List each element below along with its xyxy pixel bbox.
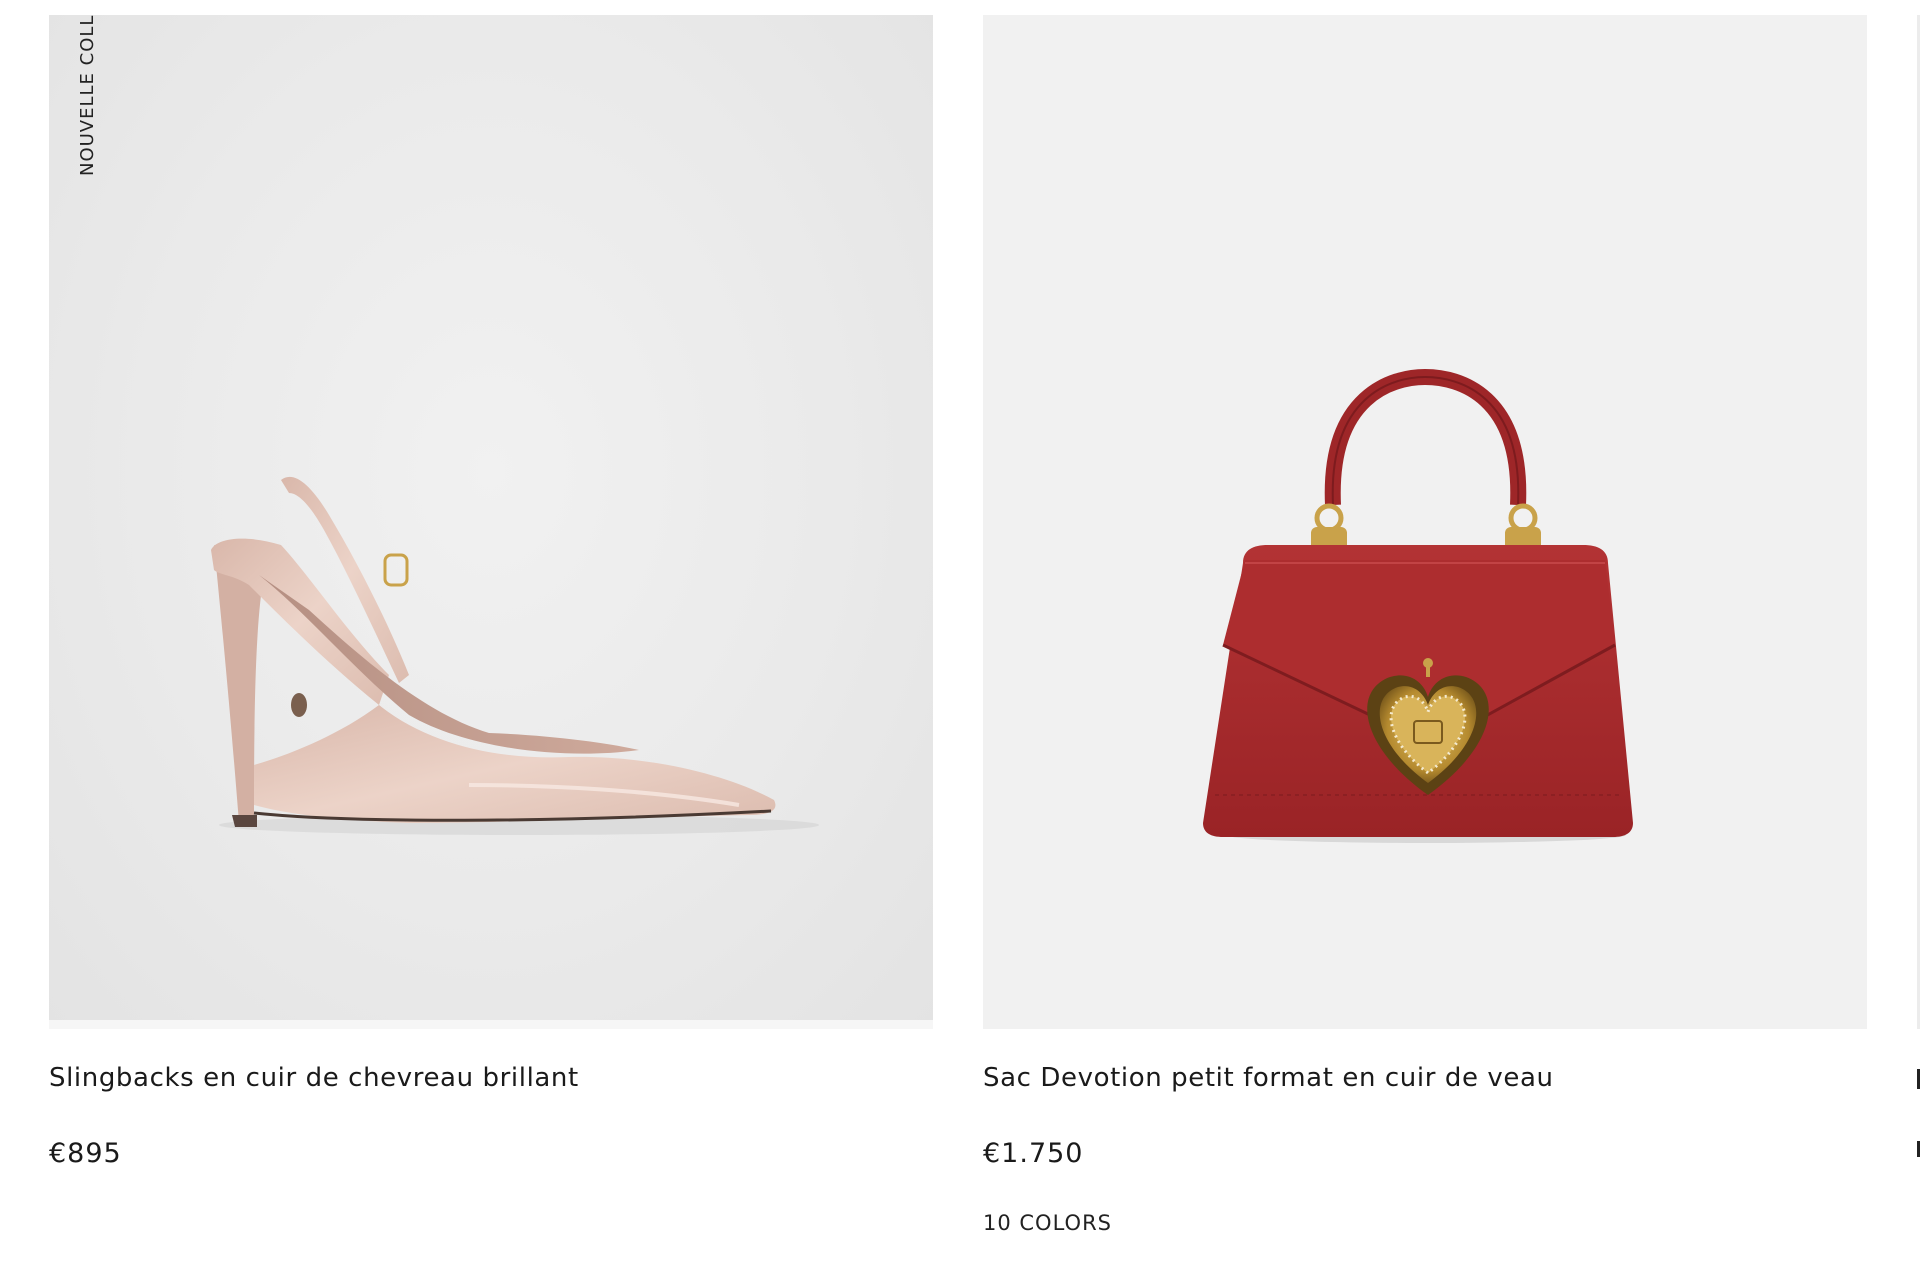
product-name[interactable]: Slingbacks en cuir de chevreau brillant xyxy=(49,1063,933,1093)
product-card-slingbacks[interactable]: NOUVELLE COLL Slingbacks en cuir de chev… xyxy=(49,15,933,1169)
product-price: €895 xyxy=(49,1138,122,1169)
slingback-shoe-image xyxy=(211,476,819,835)
product-image-devotion-bag[interactable] xyxy=(983,15,1867,1029)
product-image-slingbacks[interactable]: NOUVELLE COLL xyxy=(49,15,933,1029)
product-grid-page: NOUVELLE COLL Slingbacks en cuir de chev… xyxy=(0,0,1920,1281)
product-price: €1.750 xyxy=(983,1138,1084,1169)
color-count-label[interactable]: 10 COLORS xyxy=(983,1211,1867,1235)
product-card-devotion-bag[interactable]: Sac Devotion petit format en cuir de vea… xyxy=(983,15,1867,1235)
product-name[interactable]: Sac Devotion petit format en cuir de vea… xyxy=(983,1063,1867,1093)
devotion-bag-image xyxy=(1203,368,1633,843)
